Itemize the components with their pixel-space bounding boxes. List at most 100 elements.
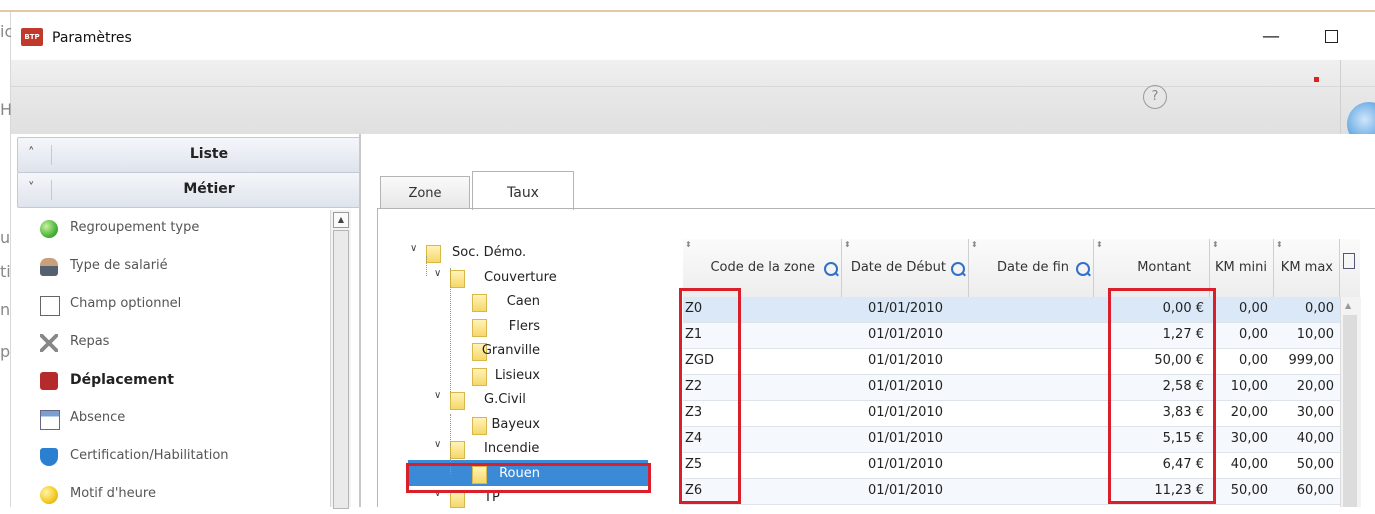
table-cell: 10,00 <box>1230 379 1268 394</box>
minimize-button[interactable]: — <box>1248 22 1294 52</box>
menu-item[interactable]: Déplacement <box>17 362 335 400</box>
tree-node-label: Granville <box>481 343 540 358</box>
menu-item-label: Champ optionnel <box>70 296 182 311</box>
table-cell: 01/01/2010 <box>868 431 943 446</box>
row-separator <box>683 504 1340 505</box>
sort-arrows-icon: ⬍ <box>1096 240 1103 249</box>
table-cell: 0,00 <box>1239 353 1268 368</box>
table-row[interactable]: Z3 01/01/2010 3,83 €20,00 30,00 <box>683 401 1340 427</box>
table-cell: 60,00 <box>1296 483 1334 498</box>
column-header-label: KM mini <box>1215 260 1267 275</box>
accordion-metier[interactable]: ˅ Métier <box>17 172 361 208</box>
person-icon <box>40 258 58 276</box>
menu-item[interactable]: Absence <box>17 400 335 438</box>
column-header-label: Date de fin <box>996 260 1069 275</box>
table-cell: 0,00 <box>1239 327 1268 342</box>
tree-node[interactable]: ∨ Incendie <box>408 437 648 461</box>
menu-item[interactable]: Champ optionnel <box>17 286 335 324</box>
tree-node-label: Incendie <box>484 441 540 456</box>
menu-item-label: Motif d'heure <box>70 486 156 501</box>
tree-node[interactable]: Lisieux <box>408 364 648 388</box>
column-header[interactable]: ⬍ KM mini <box>1210 239 1274 297</box>
grid-scrollbar[interactable]: ▲ <box>1340 297 1361 507</box>
column-header[interactable]: ⬍ Date de fin <box>969 239 1094 297</box>
menu-item[interactable]: Certification/Habilitation <box>17 438 335 476</box>
folder-icon <box>450 441 465 459</box>
scroll-up-icon[interactable]: ▲ <box>1345 301 1351 310</box>
menu-scrollbar[interactable]: ▲ <box>330 210 351 509</box>
accordion-liste[interactable]: ˄ Liste <box>17 137 361 173</box>
rates-grid: ⬍ Code de la zone ⬍ Date de Début ⬍ Date de f… <box>683 239 1361 507</box>
tree-node-label: Lisieux <box>494 367 540 383</box>
tree-node-label: Flers <box>508 318 540 334</box>
tree-node[interactable]: ∨ Couverture <box>408 266 648 290</box>
tree-node-label: Soc. Démo. <box>452 245 527 260</box>
grid-header: ⬍ Code de la zone ⬍ Date de Début ⬍ Date de f… <box>683 239 1360 298</box>
folder-icon <box>472 416 487 435</box>
title-bar <box>11 12 1375 60</box>
search-icon[interactable] <box>1076 262 1090 276</box>
app-logo-icon: BTP <box>21 28 43 46</box>
chevron-down-icon[interactable]: ∨ <box>434 268 446 279</box>
table-cell: 01/01/2010 <box>868 483 943 498</box>
chevron-down-double-icon: ˅ <box>28 181 35 196</box>
help-icon[interactable]: ? <box>1143 85 1167 109</box>
accordion-liste-label: Liste <box>189 146 229 162</box>
menu-item[interactable]: Type de salarié <box>17 248 335 286</box>
tree-node[interactable]: Bayeux <box>408 413 648 437</box>
table-cell: 01/01/2010 <box>868 405 943 420</box>
highlight-selected-node <box>406 463 651 493</box>
folder-icon <box>450 269 465 288</box>
search-icon[interactable] <box>824 262 838 276</box>
tree-guide-line <box>450 268 451 398</box>
tree-node-label: Caen <box>506 294 540 309</box>
scroll-thumb[interactable] <box>1343 315 1357 507</box>
table-row[interactable]: Z5 01/01/2010 6,47 €40,00 50,00 <box>683 453 1340 479</box>
tree-node[interactable]: Flers <box>408 315 648 339</box>
menu-item-label: Repas <box>70 334 110 349</box>
column-header[interactable]: ⬍ KM max <box>1274 239 1340 297</box>
background-window-edge: ic Hu ti p n <box>0 12 13 507</box>
tree-node[interactable]: Granville <box>408 339 648 363</box>
table-cell: 0,00 <box>1305 301 1334 316</box>
table-row[interactable]: Z4 01/01/2010 5,15 €30,00 40,00 <box>683 427 1340 453</box>
tab-panel-border <box>377 208 378 507</box>
table-cell: 0,00 <box>1239 301 1268 316</box>
sort-arrows-icon: ⬍ <box>1212 240 1219 249</box>
sort-arrows-icon: ⬍ <box>1276 240 1283 249</box>
scroll-up-icon[interactable]: ▲ <box>333 212 349 228</box>
chevron-down-icon[interactable]: ∨ <box>410 243 422 254</box>
tree-node[interactable]: ∨ G.Civil <box>408 388 648 412</box>
chevron-up-double-icon: ˄ <box>28 146 35 161</box>
folder-icon <box>472 294 487 312</box>
menu-item[interactable]: Repas <box>17 324 335 362</box>
table-cell: 50,00 <box>1230 483 1268 498</box>
table-cell: 01/01/2010 <box>868 301 943 316</box>
column-header-label: Montant <box>1137 260 1191 275</box>
table-row[interactable]: Z0 01/01/2010 0,00 €0,00 0,00 <box>683 297 1340 323</box>
maximize-button[interactable] <box>1308 22 1354 52</box>
chevron-down-icon[interactable]: ∨ <box>434 439 446 450</box>
chevron-down-icon[interactable]: ∨ <box>434 390 446 401</box>
table-row[interactable]: Z6 01/01/2010 11,23 €50,00 60,00 <box>683 479 1340 505</box>
column-header-label: Code de la zone <box>710 260 815 275</box>
metier-menu: Regroupement type Type de salarié Champ op… <box>17 210 335 507</box>
table-cell: 40,00 <box>1230 457 1268 472</box>
cutlery-icon <box>40 334 58 352</box>
folder-icon <box>450 392 465 410</box>
column-header[interactable]: ⬍ Date de Début <box>842 239 969 297</box>
tree-node[interactable]: Caen <box>408 290 648 314</box>
table-row[interactable]: Z2 01/01/2010 2,58 €10,00 20,00 <box>683 375 1340 401</box>
table-row[interactable]: Z1 01/01/2010 1,27 €0,00 10,00 <box>683 323 1340 349</box>
table-cell: 01/01/2010 <box>868 327 943 342</box>
tab-taux[interactable]: Taux <box>472 171 574 210</box>
tree-node[interactable]: ∨ Soc. Démo. <box>408 241 648 265</box>
sort-arrows-icon: ⬍ <box>971 240 978 249</box>
search-icon[interactable] <box>951 262 965 276</box>
scroll-thumb[interactable] <box>333 230 349 509</box>
column-chooser-icon[interactable] <box>1343 253 1355 269</box>
tab-zone[interactable]: Zone <box>380 176 470 209</box>
table-row[interactable]: ZGD 01/01/2010 50,00 €0,00 999,00 <box>683 349 1340 375</box>
menu-item[interactable]: Regroupement type <box>17 210 335 248</box>
menu-item[interactable]: Motif d'heure <box>17 476 335 514</box>
